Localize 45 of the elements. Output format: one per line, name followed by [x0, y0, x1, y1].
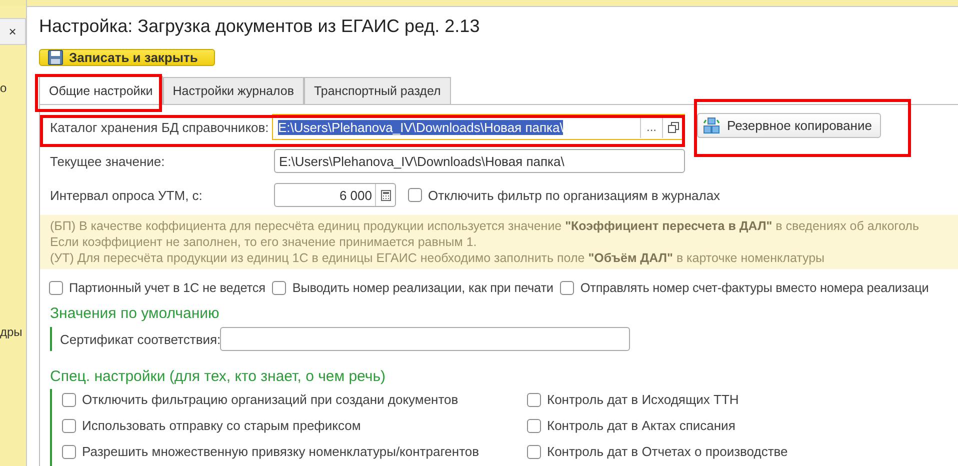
tab[interactable]: Настройки журналов: [162, 77, 304, 104]
number-field[interactable]: 6 000: [274, 183, 396, 207]
background-text: дры: [0, 325, 24, 339]
checkbox[interactable]: [272, 281, 286, 295]
section-heading: Спец. настройки (для тех, кто знает, о чем речь): [50, 368, 387, 385]
choose-button[interactable]: ...: [640, 116, 662, 138]
field-label: Текущее значение:: [50, 154, 166, 168]
checkbox-label: Выводить номер реализации, как при печати: [292, 281, 554, 295]
calculator-icon[interactable]: [380, 190, 390, 200]
current-value-field: E:\Users\Plehanova_IV\Downloads\Новая папка\: [274, 149, 685, 173]
info-note-line: (УТ) Для пересчёта продукции из единиц 1С в единицы ЕГАИС необходимо заполнить поле "Объём ДАЛ" в карточке номенклатуры: [50, 250, 826, 266]
checkbox[interactable]: [62, 444, 76, 458]
checkbox-label: Контроль дат в Отчетах о производстве: [547, 444, 788, 459]
cubes-icon: [703, 116, 721, 134]
checkbox-label: Контроль дат в Актах списания: [547, 418, 736, 433]
checkbox-label: Использовать отправку со старым префиксом: [82, 418, 361, 433]
checkbox-label: Отправлять номер счет-фактуры вместо номера реализаци: [580, 281, 929, 295]
section-heading: Значения по умолчанию: [50, 305, 220, 322]
tab[interactable]: Общие настройки: [39, 76, 163, 104]
info-note-line: (БП) В качестве коффициента для пересчёта единиц продукции используется значение "Коэффициент пересчета в ДАЛ" в сведениях об алкоголь: [50, 218, 920, 234]
certificate-field[interactable]: [220, 327, 630, 351]
checkbox-label: Контроль дат в Исходящих ТТН: [547, 392, 739, 407]
checkbox[interactable]: [527, 392, 541, 406]
checkbox[interactable]: [560, 281, 574, 295]
backup-button[interactable]: Резервное копирование: [697, 112, 881, 138]
checkbox[interactable]: [527, 444, 541, 458]
checkbox-label: Отключить фильтрацию организаций при создани документов: [82, 392, 458, 407]
tab[interactable]: Транспортный раздел: [304, 77, 451, 104]
info-note-line: Если коэффициент не заполнен, то его значение принимается равным 1.: [50, 234, 478, 250]
checkbox[interactable]: [408, 188, 422, 202]
background-text: о: [0, 81, 8, 95]
checkbox[interactable]: [49, 281, 63, 295]
checkbox-label: Разрешить множественную привязку номенклатуры/контрагентов: [82, 444, 480, 459]
field-label: Интервал опроса УТМ, с:: [50, 188, 204, 202]
checkbox[interactable]: [62, 418, 76, 432]
save-and-close-button[interactable]: Записать и закрыть: [39, 49, 215, 66]
window-title: Настройка: Загрузка документов из ЕГАИС ред. 2.13: [39, 16, 481, 37]
directory-field[interactable]: E:\Users\Plehanova_IV\Downloads\Новая папка\ ...: [272, 114, 685, 140]
field-label: Каталог хранения БД справочников:: [50, 120, 270, 134]
field-label: Сертификат соответствия:: [60, 332, 220, 346]
checkbox[interactable]: [62, 392, 76, 406]
checkbox-label: Отключить фильтр по организациям в журналах: [428, 188, 720, 202]
close-tab[interactable]: ×: [0, 18, 26, 45]
checkbox[interactable]: [527, 418, 541, 432]
checkbox-label: Партионный учет в 1С не ведется: [69, 281, 266, 295]
